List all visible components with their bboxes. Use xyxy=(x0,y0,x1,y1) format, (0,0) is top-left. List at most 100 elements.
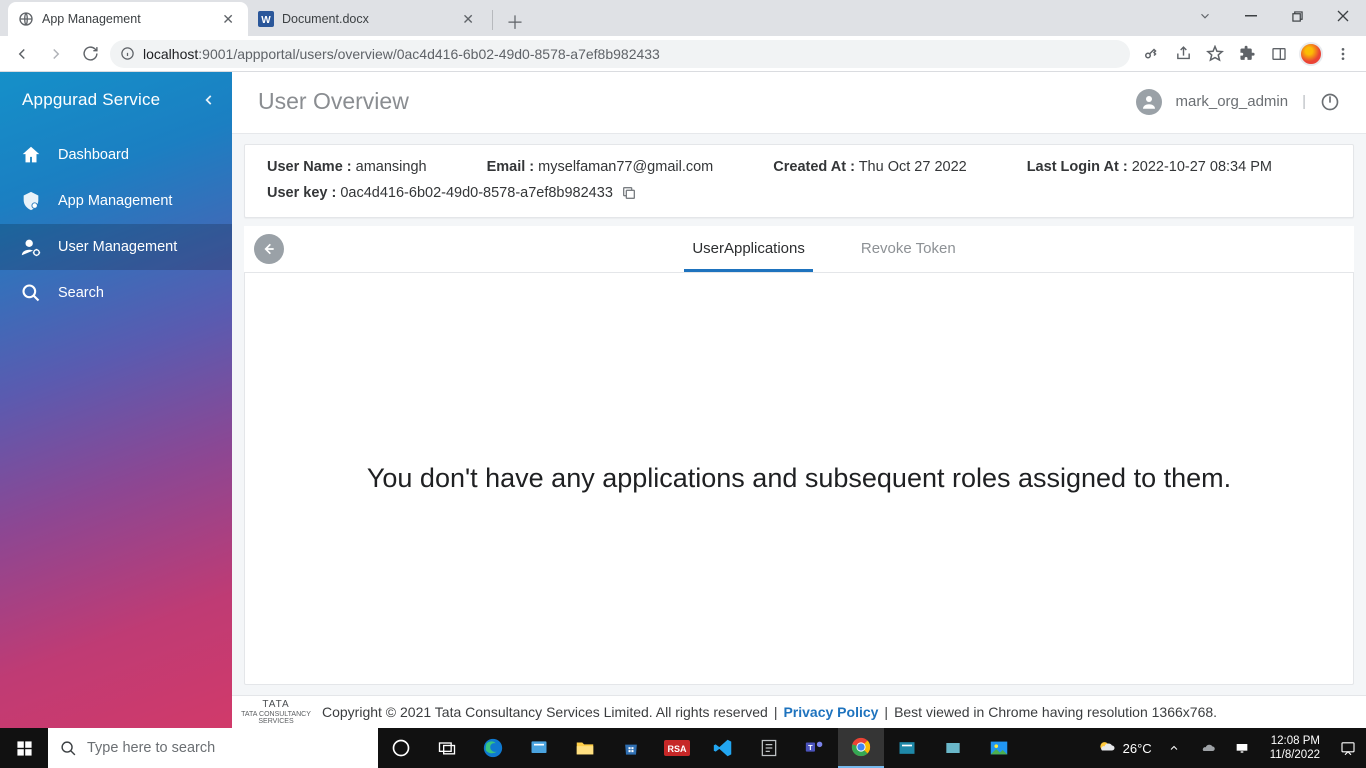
user-name-field: User Name : amansingh xyxy=(267,159,427,175)
maximize-button[interactable] xyxy=(1274,0,1320,32)
app-viewport: Appgurad Service Dashboard App Managemen… xyxy=(0,72,1366,728)
sidebar-item-app-management[interactable]: App Management xyxy=(0,178,232,224)
system-tray: 26°C 12:08 PM 11/8/2022 xyxy=(1091,728,1366,768)
start-button[interactable] xyxy=(0,728,48,768)
menu-icon[interactable] xyxy=(1328,40,1358,68)
taskbar-search[interactable]: Type here to search xyxy=(48,728,378,768)
sidebar-item-dashboard[interactable]: Dashboard xyxy=(0,132,232,178)
separator: | xyxy=(774,704,778,720)
svg-text:T: T xyxy=(808,743,813,752)
app-icon[interactable] xyxy=(516,728,562,768)
page-header: User Overview mark_org_admin | xyxy=(232,72,1366,134)
header-right: mark_org_admin | xyxy=(1136,89,1340,115)
sidebar-item-label: App Management xyxy=(58,193,172,209)
back-button[interactable] xyxy=(254,234,284,264)
copy-key-button[interactable] xyxy=(621,185,637,201)
footer-bestview: Best viewed in Chrome having resolution … xyxy=(894,704,1217,720)
back-button[interactable] xyxy=(8,40,36,68)
omnibox[interactable]: localhost:9001/appportal/users/overview/… xyxy=(110,40,1130,68)
logout-button[interactable] xyxy=(1320,92,1340,112)
taskbar-apps: RSA T xyxy=(378,728,1022,768)
vscode-icon[interactable] xyxy=(700,728,746,768)
browser-chrome: App Management ✕ W Document.docx ✕ ＋ loc… xyxy=(0,0,1366,72)
url-text: localhost:9001/appportal/users/overview/… xyxy=(143,46,660,62)
address-bar: localhost:9001/appportal/users/overview/… xyxy=(0,36,1366,72)
close-icon[interactable]: ✕ xyxy=(218,9,238,30)
separator: | xyxy=(1302,93,1306,110)
rsa-icon[interactable]: RSA xyxy=(654,728,700,768)
share-icon[interactable] xyxy=(1168,40,1198,68)
tray-expand-icon[interactable] xyxy=(1162,728,1186,768)
sidebar-header: Appgurad Service xyxy=(0,72,232,132)
user-info-card: User Name : amansingh Email : myselfaman… xyxy=(244,144,1354,218)
windows-taskbar: Type here to search RSA T 26°C 12:08 PM … xyxy=(0,728,1366,768)
app4-icon[interactable] xyxy=(930,728,976,768)
address-actions xyxy=(1136,40,1358,68)
tcs-logo: TATA TATA CONSULTANCY SERVICES xyxy=(232,700,320,725)
extensions-icon[interactable] xyxy=(1232,40,1262,68)
word-icon: W xyxy=(258,11,274,27)
close-icon[interactable]: ✕ xyxy=(458,9,478,30)
svg-text:W: W xyxy=(261,15,271,26)
onedrive-icon[interactable] xyxy=(1196,728,1220,768)
close-window-button[interactable] xyxy=(1320,0,1366,32)
sidebar: Appgurad Service Dashboard App Managemen… xyxy=(0,72,232,728)
box-gear-icon xyxy=(20,190,42,212)
site-info-icon[interactable] xyxy=(120,46,135,61)
notifications-icon[interactable] xyxy=(1336,728,1360,768)
explorer-icon[interactable] xyxy=(562,728,608,768)
sidebar-item-user-management[interactable]: User Management xyxy=(0,224,232,270)
content-card: You don't have any applications and subs… xyxy=(244,273,1354,685)
photos-icon[interactable] xyxy=(976,728,1022,768)
app2-icon[interactable] xyxy=(746,728,792,768)
key-icon[interactable] xyxy=(1136,40,1166,68)
tab-revoke-token[interactable]: Revoke Token xyxy=(853,226,964,272)
profile-avatar[interactable] xyxy=(1296,40,1326,68)
tab-user-applications[interactable]: UserApplications xyxy=(684,226,813,272)
home-icon xyxy=(20,144,42,166)
user-avatar-icon[interactable] xyxy=(1136,89,1162,115)
forward-button[interactable] xyxy=(42,40,70,68)
search-icon xyxy=(60,740,77,757)
user-created-field: Created At : Thu Oct 27 2022 xyxy=(773,159,966,175)
user-gear-icon xyxy=(20,236,42,258)
caret-down-icon[interactable] xyxy=(1182,0,1228,32)
new-tab-button[interactable]: ＋ xyxy=(501,8,529,36)
cortana-icon[interactable] xyxy=(378,728,424,768)
app3-icon[interactable] xyxy=(884,728,930,768)
chrome-icon[interactable] xyxy=(838,728,884,768)
header-username: mark_org_admin xyxy=(1176,93,1289,110)
edge-icon[interactable] xyxy=(470,728,516,768)
separator: | xyxy=(884,704,888,720)
taskbar-clock[interactable]: 12:08 PM 11/8/2022 xyxy=(1264,734,1326,763)
bookmark-icon[interactable] xyxy=(1200,40,1230,68)
sidebar-item-label: Dashboard xyxy=(58,147,129,163)
sidebar-item-label: User Management xyxy=(58,239,177,255)
window-controls xyxy=(1182,0,1366,32)
sidepanel-icon[interactable] xyxy=(1264,40,1294,68)
search-placeholder: Type here to search xyxy=(87,740,215,756)
sidebar-item-search[interactable]: Search xyxy=(0,270,232,316)
page-title: User Overview xyxy=(258,88,409,115)
taskview-icon[interactable] xyxy=(424,728,470,768)
browser-tab-app-management[interactable]: App Management ✕ xyxy=(8,2,248,36)
weather-widget[interactable]: 26°C xyxy=(1097,738,1152,758)
teams-icon[interactable]: T xyxy=(792,728,838,768)
tab-divider xyxy=(492,10,493,30)
collapse-sidebar-button[interactable] xyxy=(202,93,216,107)
user-email-field: Email : myselfaman77@gmail.com xyxy=(487,159,714,175)
network-icon[interactable] xyxy=(1230,728,1254,768)
store-icon[interactable] xyxy=(608,728,654,768)
globe-icon xyxy=(18,11,34,27)
main-content: User Overview mark_org_admin | User Name… xyxy=(232,72,1366,728)
minimize-button[interactable] xyxy=(1228,0,1274,32)
empty-state-message: You don't have any applications and subs… xyxy=(327,463,1271,494)
sidebar-item-label: Search xyxy=(58,285,104,301)
reload-button[interactable] xyxy=(76,40,104,68)
tab-title: Document.docx xyxy=(282,12,450,26)
privacy-policy-link[interactable]: Privacy Policy xyxy=(783,704,878,720)
svg-text:RSA: RSA xyxy=(667,744,687,754)
browser-tab-document[interactable]: W Document.docx ✕ xyxy=(248,2,488,36)
user-lastlogin-field: Last Login At : 2022-10-27 08:34 PM xyxy=(1027,159,1272,175)
footer: TATA TATA CONSULTANCY SERVICES Copyright… xyxy=(232,695,1366,728)
